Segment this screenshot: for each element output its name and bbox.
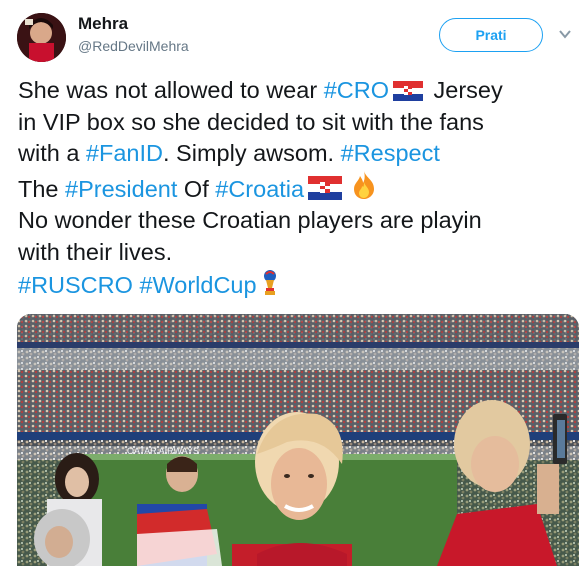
tweet-text-segment: Jersey — [426, 77, 503, 103]
hashtag-fanid[interactable]: #FanID — [86, 140, 163, 166]
tweet-text: She was not allowed to wear #CRO Jersey … — [18, 75, 578, 302]
tweet-text-segment: . Simply awsom. — [163, 140, 341, 166]
world-cup-trophy-icon — [263, 270, 276, 295]
fire-icon — [354, 170, 375, 199]
chevron-down-icon[interactable] — [558, 27, 572, 41]
tweet-line: in VIP box so she decided to sit with th… — [18, 108, 484, 135]
tweet-text-segment: with a — [18, 140, 86, 166]
user-name[interactable]: Mehra — [78, 14, 128, 34]
tweet-line: with their lives. — [18, 238, 173, 265]
hashtag-croatia[interactable]: #Croatia — [215, 176, 304, 202]
tweet-line: She was not allowed to wear #CRO Jersey — [18, 75, 578, 107]
hashtag-worldcup[interactable]: #WorldCup — [139, 272, 256, 298]
avatar[interactable] — [17, 13, 66, 62]
tweet-header: Mehra @RedDevilMehra Prati — [0, 0, 586, 70]
hashtag-ruscro[interactable]: #RUSCRO — [18, 272, 133, 298]
follow-button[interactable]: Prati — [439, 18, 543, 52]
user-handle[interactable]: @RedDevilMehra — [78, 38, 189, 54]
tweet-text-segment: She was not allowed to wear — [18, 77, 324, 103]
tweet-media-photo[interactable]: QATAR AIRWAYS — [17, 314, 579, 566]
tweet-text-segment: Of — [177, 175, 216, 202]
tweet-text-segment: The — [18, 175, 66, 202]
tweet-line: #RUSCRO #WorldCup — [18, 268, 578, 302]
tweet-line: The #President Of #Croatia — [18, 170, 578, 206]
hashtag-cro[interactable]: #CRO — [324, 77, 389, 103]
croatia-flag-icon — [392, 81, 423, 101]
croatia-flag-icon — [308, 175, 343, 200]
tweet-line: No wonder these Croatian players are pla… — [18, 207, 482, 233]
hashtag-president[interactable]: #President — [65, 176, 177, 202]
tweet-line: with a #FanID. Simply awsom. #Respect — [18, 138, 578, 170]
stadium-photo: QATAR AIRWAYS — [17, 314, 579, 566]
hashtag-respect[interactable]: #Respect — [341, 140, 440, 166]
